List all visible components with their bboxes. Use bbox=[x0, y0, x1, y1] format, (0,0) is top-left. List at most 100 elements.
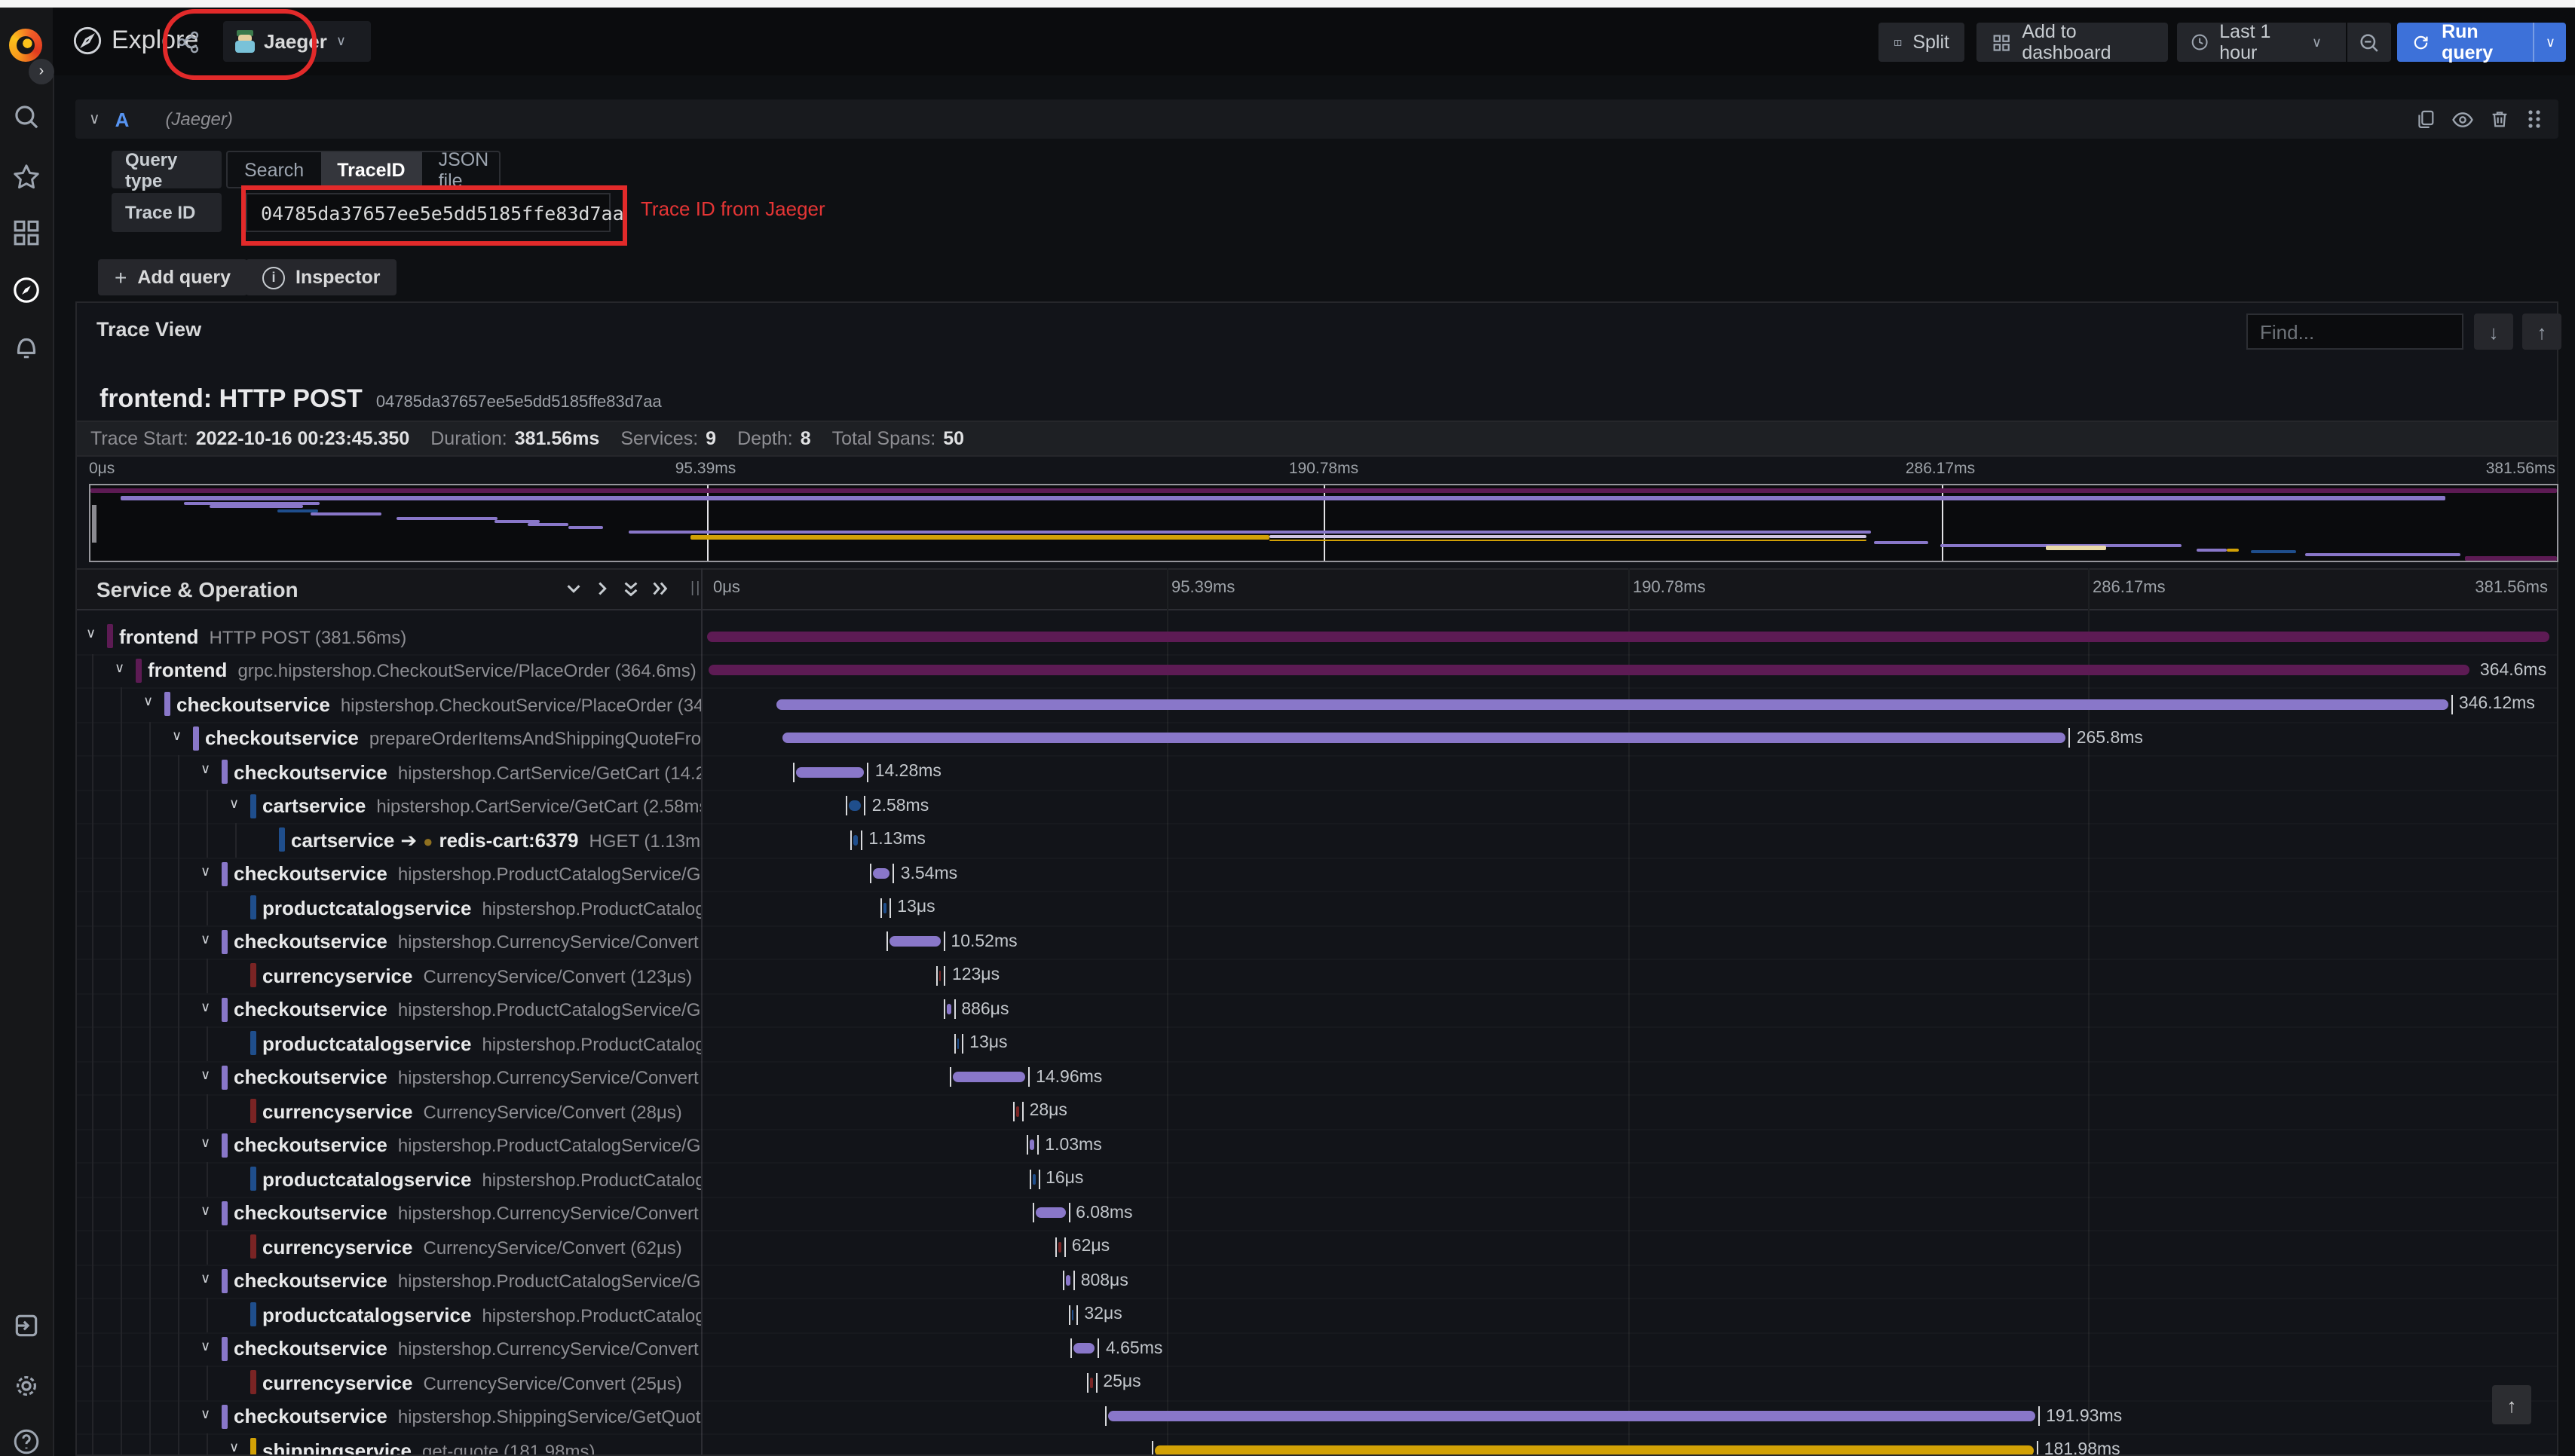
disable-query-eye-icon[interactable] bbox=[2451, 108, 2474, 130]
span-collapse-chevron-icon[interactable]: ∨ bbox=[201, 1066, 210, 1083]
explore-icon[interactable] bbox=[12, 276, 41, 304]
span-collapse-chevron-icon[interactable]: ∨ bbox=[201, 1202, 210, 1219]
span-duration-bar[interactable] bbox=[782, 733, 2066, 743]
span-row[interactable]: ∨ checkoutservice hipstershop.CurrencyServ… bbox=[77, 1060, 2557, 1096]
tab-traceid[interactable]: TraceID bbox=[320, 152, 422, 187]
span-duration-bar[interactable] bbox=[1029, 1139, 1035, 1150]
span-collapse-chevron-icon[interactable]: ∨ bbox=[201, 1338, 210, 1354]
span-collapse-chevron-icon[interactable]: ∨ bbox=[143, 693, 153, 710]
trace-id-input[interactable]: 04785da37657ee5e5dd5185ffe83d7aa bbox=[246, 193, 624, 232]
span-duration-bar[interactable] bbox=[853, 834, 859, 845]
span-duration-bar[interactable] bbox=[776, 699, 2448, 709]
add-query-button[interactable]: + Add query bbox=[98, 259, 247, 295]
alerting-bell-icon[interactable] bbox=[12, 333, 41, 362]
span-row[interactable]: productcatalogservice hipstershop.Product… bbox=[77, 891, 2557, 926]
split-button[interactable]: Split bbox=[1878, 23, 1964, 62]
time-range-picker[interactable]: Last 1 hour ∨ bbox=[2177, 21, 2335, 63]
span-row[interactable]: cartservice➔●redis-cart:6379HGET (1.13ms… bbox=[77, 823, 2557, 858]
span-row[interactable]: productcatalogservice hipstershop.Product… bbox=[77, 1298, 2557, 1333]
star-icon[interactable] bbox=[12, 163, 41, 191]
span-row[interactable]: ∨ frontend HTTP POST (381.56ms) bbox=[77, 619, 2557, 655]
span-collapse-chevron-icon[interactable]: ∨ bbox=[86, 626, 96, 642]
column-resize-grip[interactable]: || bbox=[690, 580, 701, 597]
span-duration-bar[interactable] bbox=[795, 766, 865, 777]
share-icon[interactable] bbox=[176, 30, 201, 54]
span-row[interactable]: ∨ checkoutservice hipstershop.CheckoutServ… bbox=[77, 687, 2557, 723]
collapse-one-icon[interactable] bbox=[564, 579, 583, 598]
span-duration-bar[interactable] bbox=[1108, 1411, 2036, 1421]
span-row[interactable]: ∨ checkoutservice hipstershop.CurrencyServ… bbox=[77, 925, 2557, 960]
span-duration-bar[interactable] bbox=[889, 936, 941, 947]
collapse-query-icon[interactable]: ∨ bbox=[89, 111, 100, 127]
span-duration-bar[interactable] bbox=[1036, 1207, 1066, 1218]
span-collapse-chevron-icon[interactable]: ∨ bbox=[201, 863, 210, 879]
trace-minimap[interactable] bbox=[89, 484, 2558, 562]
run-query-button[interactable]: Run query ∨ bbox=[2397, 21, 2566, 63]
span-duration-bar[interactable] bbox=[938, 970, 942, 980]
span-row[interactable]: productcatalogservice hipstershop.Product… bbox=[77, 1162, 2557, 1198]
span-duration-bar[interactable] bbox=[957, 1038, 960, 1048]
duplicate-query-icon[interactable] bbox=[2415, 109, 2436, 130]
span-row[interactable]: ∨ checkoutservice hipstershop.CurrencyServ… bbox=[77, 1196, 2557, 1231]
find-input[interactable]: Find... bbox=[2246, 314, 2463, 350]
minimap-drag-handle[interactable] bbox=[92, 505, 96, 543]
span-duration-bar[interactable] bbox=[1066, 1275, 1070, 1286]
span-collapse-chevron-icon[interactable]: ∨ bbox=[201, 999, 210, 1015]
datasource-picker[interactable]: Jaeger ∨ bbox=[223, 21, 371, 62]
span-duration-bar[interactable] bbox=[872, 868, 890, 879]
span-row[interactable]: currencyservice CurrencyService/Convert (… bbox=[77, 1366, 2557, 1401]
span-duration-bar[interactable] bbox=[1154, 1445, 2034, 1454]
span-row[interactable]: currencyservice CurrencyService/Convert (… bbox=[77, 1230, 2557, 1265]
span-collapse-chevron-icon[interactable]: ∨ bbox=[201, 1406, 210, 1422]
span-duration-bar[interactable] bbox=[1016, 1106, 1019, 1116]
span-collapse-chevron-icon[interactable]: ∨ bbox=[201, 761, 210, 778]
span-collapse-chevron-icon[interactable]: ∨ bbox=[115, 659, 124, 676]
span-collapse-chevron-icon[interactable]: ∨ bbox=[172, 727, 182, 744]
span-collapse-chevron-icon[interactable]: ∨ bbox=[201, 1134, 210, 1151]
span-collapse-chevron-icon[interactable]: ∨ bbox=[201, 1270, 210, 1286]
span-duration-bar[interactable] bbox=[883, 902, 887, 913]
run-query-options-caret[interactable]: ∨ bbox=[2533, 23, 2566, 62]
find-next-button[interactable]: ↓ bbox=[2474, 314, 2513, 350]
span-duration-bar[interactable] bbox=[1090, 1377, 1093, 1387]
add-to-dashboard-button[interactable]: Add to dashboard bbox=[1976, 21, 2168, 63]
zoom-out-time-button[interactable] bbox=[2346, 23, 2391, 62]
span-duration-bar[interactable] bbox=[709, 665, 2469, 675]
span-row[interactable]: ∨ shippingservice get-quote (181.98ms) 181.… bbox=[77, 1433, 2557, 1454]
span-duration-bar[interactable] bbox=[946, 1004, 951, 1014]
dashboards-icon[interactable] bbox=[12, 219, 41, 247]
collapse-all-icon[interactable] bbox=[621, 579, 641, 598]
span-duration-bar[interactable] bbox=[1071, 1309, 1074, 1320]
span-collapse-chevron-icon[interactable]: ∨ bbox=[229, 1439, 239, 1454]
span-row[interactable]: ∨ checkoutservice hipstershop.ProductCatal… bbox=[77, 993, 2557, 1028]
span-row[interactable]: ∨ checkoutservice hipstershop.ShippingServ… bbox=[77, 1399, 2557, 1435]
inspector-button[interactable]: i Inspector bbox=[246, 259, 397, 295]
tab-search[interactable]: Search bbox=[228, 152, 320, 187]
span-row[interactable]: ∨ checkoutservice hipstershop.ProductCatal… bbox=[77, 857, 2557, 892]
span-collapse-chevron-icon[interactable]: ∨ bbox=[229, 795, 239, 812]
scroll-to-top-button[interactable]: ↑ bbox=[2492, 1385, 2531, 1424]
expand-one-icon[interactable] bbox=[592, 579, 612, 598]
expand-all-icon[interactable] bbox=[650, 579, 669, 598]
span-row[interactable]: currencyservice CurrencyService/Convert (… bbox=[77, 1094, 2557, 1130]
span-row[interactable]: currencyservice CurrencyService/Convert (… bbox=[77, 959, 2557, 994]
span-row[interactable]: ∨ frontend grpc.hipstershop.CheckoutServic… bbox=[77, 653, 2557, 689]
tab-json-file[interactable]: JSON file bbox=[422, 148, 506, 191]
span-row[interactable]: ∨ checkoutservice hipstershop.CartService/… bbox=[77, 755, 2557, 791]
span-row[interactable]: ∨ checkoutservice hipstershop.CurrencyServ… bbox=[77, 1332, 2557, 1367]
sign-in-icon[interactable] bbox=[12, 1311, 41, 1340]
span-row[interactable]: ∨ checkoutservice hipstershop.ProductCatal… bbox=[77, 1128, 2557, 1164]
span-duration-bar[interactable] bbox=[849, 800, 862, 811]
span-collapse-chevron-icon[interactable]: ∨ bbox=[201, 931, 210, 947]
drag-handle-icon[interactable] bbox=[2525, 109, 2543, 130]
span-row[interactable]: productcatalogservice hipstershop.Product… bbox=[77, 1026, 2557, 1062]
span-row[interactable]: ∨ checkoutservice hipstershop.ProductCatal… bbox=[77, 1264, 2557, 1299]
sidebar-expand-button[interactable]: › bbox=[29, 59, 54, 84]
help-icon[interactable] bbox=[12, 1427, 41, 1456]
span-row[interactable]: ∨ checkoutservice prepareOrderItemsAndShip… bbox=[77, 721, 2557, 757]
settings-gear-icon[interactable] bbox=[12, 1372, 41, 1400]
span-duration-bar[interactable] bbox=[1058, 1241, 1061, 1252]
find-prev-button[interactable]: ↑ bbox=[2522, 314, 2561, 350]
span-row[interactable]: ∨ cartservice hipstershop.CartService/GetC… bbox=[77, 789, 2557, 824]
delete-query-trash-icon[interactable] bbox=[2489, 109, 2510, 130]
